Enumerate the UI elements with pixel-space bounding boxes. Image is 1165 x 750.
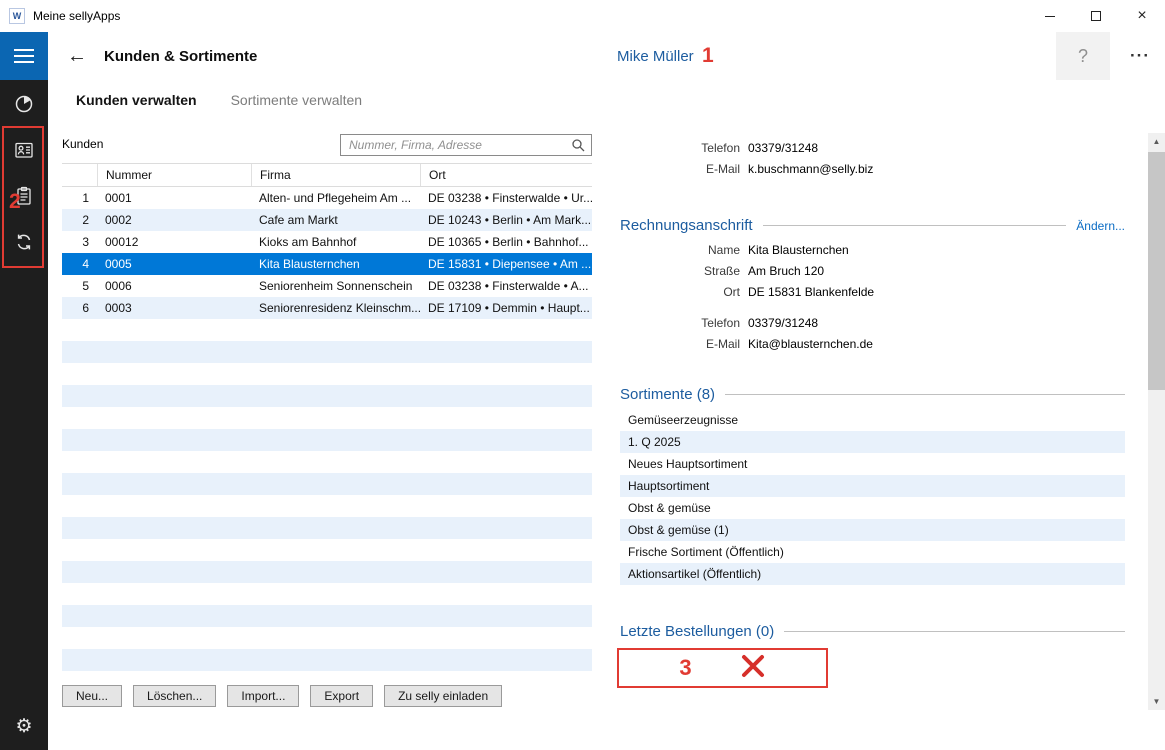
sortiment-item[interactable]: Gemüseerzeugnisse: [620, 409, 1125, 431]
contact-phone-row: Telefon 03379/31248: [620, 140, 1125, 156]
sortiment-item[interactable]: Aktionsartikel (Öffentlich): [620, 563, 1125, 585]
section-divider: [763, 225, 1067, 226]
close-icon: ×: [1137, 8, 1146, 24]
phone-value: 03379/31248: [748, 140, 818, 156]
sortiment-item[interactable]: Hauptsortiment: [620, 475, 1125, 497]
gear-icon: ⚙: [15, 715, 32, 738]
customer-table: Nummer Firma Ort 1 0001 Alten- und Pfleg…: [62, 163, 592, 319]
scrollbar-down-button[interactable]: ▼: [1148, 693, 1165, 710]
sidebar-item-settings[interactable]: ⚙: [0, 710, 48, 742]
annotation-3-box: 3: [617, 648, 828, 688]
orders-title: Letzte Bestellungen (0): [620, 623, 774, 640]
user-name[interactable]: Mike Müller: [617, 32, 694, 80]
back-button[interactable]: ←: [58, 32, 96, 80]
sortiments-section-header: Sortimente (8): [620, 386, 1125, 403]
sortiment-item[interactable]: Obst & gemüse (1): [620, 519, 1125, 541]
billing-section-header: Rechnungsanschrift Ändern...: [620, 217, 1125, 234]
tab-sortimente-verwalten[interactable]: Sortimente verwalten: [231, 92, 363, 108]
table-header: Nummer Firma Ort: [62, 163, 592, 187]
maximize-button[interactable]: [1073, 0, 1119, 32]
delete-button[interactable]: Löschen...: [133, 685, 216, 707]
sortiments-title: Sortimente (8): [620, 386, 715, 403]
email-label: E-Mail: [620, 161, 740, 177]
billing-email-row: E-Mail Kita@blausternchen.de: [620, 336, 1125, 352]
billing-name-row: Name Kita Blausternchen: [620, 242, 1125, 258]
maximize-icon: [1091, 11, 1101, 21]
billing-title: Rechnungsanschrift: [620, 217, 753, 234]
app-window: W Meine sellyApps × ← Kunden & Sortiment…: [0, 0, 1165, 750]
annotation-3: 3: [679, 655, 691, 681]
billing-street-row: Straße Am Bruch 120: [620, 263, 1125, 279]
window-title: Meine sellyApps: [33, 9, 120, 23]
contact-email-row: E-Mail k.buschmann@selly.biz: [620, 161, 1125, 177]
import-button[interactable]: Import...: [227, 685, 299, 707]
sortiment-item[interactable]: Obst & gemüse: [620, 497, 1125, 519]
change-billing-link[interactable]: Ändern...: [1076, 219, 1125, 233]
help-button[interactable]: ?: [1056, 32, 1110, 80]
column-header-index: [62, 164, 97, 186]
sortiments-list: Gemüseerzeugnisse 1. Q 2025 Neues Haupts…: [620, 409, 1125, 585]
more-icon: ···: [1130, 46, 1150, 66]
export-button[interactable]: Export: [310, 685, 373, 707]
scrollbar-thumb[interactable]: [1148, 152, 1165, 390]
minimize-icon: [1045, 16, 1055, 17]
section-divider: [725, 394, 1125, 395]
table-row[interactable]: 3 00012 Kioks am Bahnhof DE 10365 • Berl…: [62, 231, 592, 253]
table-row[interactable]: 6 0003 Seniorenresidenz Kleinschm... DE …: [62, 297, 592, 319]
tab-kunden-verwalten[interactable]: Kunden verwalten: [76, 92, 197, 108]
vertical-scrollbar: ▲ ▼: [1148, 133, 1165, 710]
red-x-icon: [740, 654, 766, 683]
column-header-firma[interactable]: Firma: [251, 164, 420, 186]
empty-rows: [62, 319, 592, 677]
scrollbar-up-button[interactable]: ▲: [1148, 133, 1165, 150]
customer-actions: Neu... Löschen... Import... Export Zu se…: [62, 685, 502, 707]
title-bar: W Meine sellyApps ×: [0, 0, 1165, 32]
tab-bar: Kunden verwalten Sortimente verwalten: [48, 80, 362, 120]
app-icon: W: [9, 8, 25, 24]
customers-list-label: Kunden: [62, 137, 103, 151]
back-arrow-icon: ←: [67, 45, 87, 68]
orders-section-header: Letzte Bestellungen (0): [620, 623, 1125, 640]
table-row[interactable]: 5 0006 Seniorenheim Sonnenschein DE 0323…: [62, 275, 592, 297]
annotation-2: 2: [9, 190, 21, 214]
annotation-1: 1: [702, 32, 714, 80]
pie-chart-icon: [14, 94, 34, 119]
close-button[interactable]: ×: [1119, 0, 1165, 32]
table-row[interactable]: 1 0001 Alten- und Pflegeheim Am ... DE 0…: [62, 187, 592, 209]
table-row-selected[interactable]: 4 0005 Kita Blausternchen DE 15831 • Die…: [62, 253, 592, 275]
column-header-ort[interactable]: Ort: [420, 164, 592, 186]
page-title: Kunden & Sortimente: [104, 32, 257, 80]
sortiment-item[interactable]: 1. Q 2025: [620, 431, 1125, 453]
new-button[interactable]: Neu...: [62, 685, 122, 707]
sortiment-item[interactable]: Frische Sortiment (Öffentlich): [620, 541, 1125, 563]
search-icon[interactable]: [571, 138, 585, 152]
menu-button[interactable]: [0, 32, 48, 80]
table-row[interactable]: 2 0002 Cafe am Markt DE 10243 • Berlin •…: [62, 209, 592, 231]
phone-label: Telefon: [620, 140, 740, 156]
email-value: k.buschmann@selly.biz: [748, 161, 873, 177]
sidebar-item-statistics[interactable]: [0, 90, 48, 122]
section-divider: [784, 631, 1125, 632]
customer-search-box: [340, 134, 592, 156]
sortiment-item[interactable]: Neues Hauptsortiment: [620, 453, 1125, 475]
billing-phone-row: Telefon 03379/31248: [620, 315, 1125, 331]
minimize-button[interactable]: [1027, 0, 1073, 32]
main-content: Kunden Nummer Firma Ort 1 0001 Alten- un…: [48, 120, 1148, 750]
invite-button[interactable]: Zu selly einladen: [384, 685, 502, 707]
help-icon: ?: [1078, 46, 1088, 67]
app-header: ← Kunden & Sortimente Mike Müller 1 ? ··…: [0, 32, 1165, 80]
hamburger-icon: [14, 49, 34, 51]
sidebar: 2 ⚙: [0, 80, 48, 750]
customer-details-panel: Telefon 03379/31248 E-Mail k.buschmann@s…: [620, 120, 1125, 688]
search-input[interactable]: [341, 135, 571, 155]
column-header-nummer[interactable]: Nummer: [97, 164, 251, 186]
billing-city-row: Ort DE 15831 Blankenfelde: [620, 284, 1125, 300]
more-button[interactable]: ···: [1118, 32, 1162, 80]
